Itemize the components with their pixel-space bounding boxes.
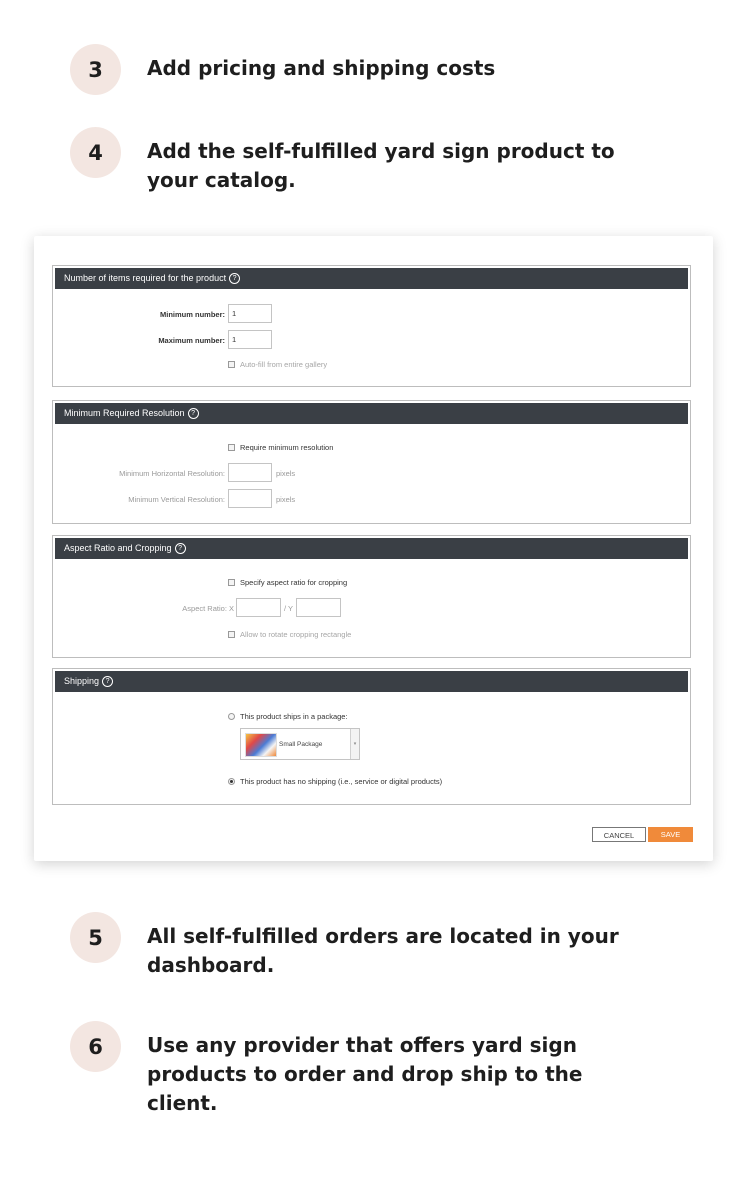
help-icon[interactable]: ?	[187, 408, 199, 419]
rotate-crop-option[interactable]: Allow to rotate cropping rectangle	[228, 630, 351, 639]
ships-package-radio[interactable]	[228, 713, 235, 720]
package-option-label: Small Package	[279, 741, 323, 748]
specify-aspect-checkbox[interactable]	[228, 579, 235, 586]
step-number: 3	[70, 44, 121, 95]
step-number: 5	[70, 912, 121, 963]
package-thumbnail	[245, 733, 277, 757]
step-text: Add pricing and shipping costs	[147, 56, 496, 80]
section-title: Shipping	[64, 676, 100, 686]
section-title: Minimum Required Resolution	[64, 408, 185, 418]
aspect-ratio-section: Aspect Ratio and Cropping ? Specify aspe…	[52, 535, 691, 658]
aspect-y-input[interactable]	[296, 598, 341, 617]
require-resolution-label: Require minimum resolution	[240, 443, 334, 452]
help-icon[interactable]: ?	[102, 676, 114, 687]
require-resolution-checkbox[interactable]	[228, 444, 235, 451]
max-number-input[interactable]: 1	[228, 330, 272, 349]
ships-package-option[interactable]: This product ships in a package:	[228, 712, 348, 721]
no-shipping-radio[interactable]	[228, 778, 235, 785]
section-header: Minimum Required Resolution ?	[55, 403, 688, 424]
shipping-section: Shipping ? This product ships in a packa…	[52, 668, 691, 805]
no-shipping-option[interactable]: This product has no shipping (i.e., serv…	[228, 777, 442, 786]
min-number-input[interactable]: 1	[228, 304, 272, 323]
cancel-button[interactable]: CANCEL	[592, 827, 646, 842]
pixels-unit: pixels	[276, 469, 296, 478]
step-text: Use any provider that offers yard sign p…	[147, 1033, 583, 1115]
items-required-section: Number of items required for the product…	[52, 265, 691, 387]
specify-aspect-label: Specify aspect ratio for cropping	[240, 578, 348, 587]
aspect-y-label: / Y	[284, 604, 294, 613]
horizontal-resolution-input[interactable]	[228, 463, 272, 482]
step-3: 3 Add pricing and shipping costs	[70, 44, 627, 95]
section-header: Number of items required for the product…	[55, 268, 688, 289]
section-title: Aspect Ratio and Cropping	[64, 543, 172, 553]
pixels-unit: pixels	[276, 495, 296, 504]
step-text: Add the self-fulfilled yard sign product…	[147, 139, 615, 192]
step-4: 4 Add the self-fulfilled yard sign produ…	[70, 127, 627, 195]
aspect-x-input[interactable]	[236, 598, 281, 617]
product-settings-card: Number of items required for the product…	[34, 236, 713, 861]
autofill-checkbox[interactable]	[228, 361, 235, 368]
help-icon[interactable]: ?	[229, 273, 241, 284]
ships-package-label: This product ships in a package:	[240, 712, 348, 721]
save-button[interactable]: SAVE	[648, 827, 693, 842]
step-text: All self-fulfilled orders are located in…	[147, 924, 619, 977]
no-shipping-label: This product has no shipping (i.e., serv…	[240, 777, 443, 786]
autofill-option[interactable]: Auto-fill from entire gallery	[228, 360, 327, 369]
vertical-resolution-input[interactable]	[228, 489, 272, 508]
chevron-down-icon[interactable]: ▾	[350, 729, 359, 759]
package-select[interactable]: Small Package ▾	[240, 728, 360, 760]
section-title: Number of items required for the product	[64, 273, 227, 283]
rotate-crop-checkbox[interactable]	[228, 631, 235, 638]
help-icon[interactable]: ?	[174, 543, 186, 554]
step-5: 5 All self-fulfilled orders are located …	[70, 912, 627, 980]
rotate-crop-label: Allow to rotate cropping rectangle	[240, 630, 352, 639]
vertical-resolution-label: Minimum Vertical Resolution:	[128, 495, 225, 504]
step-number: 6	[70, 1021, 121, 1072]
specify-aspect-option[interactable]: Specify aspect ratio for cropping	[228, 578, 347, 587]
min-resolution-section: Minimum Required Resolution ? Require mi…	[52, 400, 691, 524]
autofill-label: Auto-fill from entire gallery	[240, 360, 328, 369]
step-6: 6 Use any provider that offers yard sign…	[70, 1021, 627, 1118]
max-number-label: Maximum number:	[158, 336, 225, 345]
section-header: Aspect Ratio and Cropping ?	[55, 538, 688, 559]
step-number: 4	[70, 127, 121, 178]
section-header: Shipping ?	[55, 671, 688, 692]
require-resolution-option[interactable]: Require minimum resolution	[228, 443, 333, 452]
min-number-label: Minimum number:	[160, 310, 225, 319]
aspect-ratio-label: Aspect Ratio: X	[182, 604, 234, 613]
horizontal-resolution-label: Minimum Horizontal Resolution:	[119, 469, 225, 478]
